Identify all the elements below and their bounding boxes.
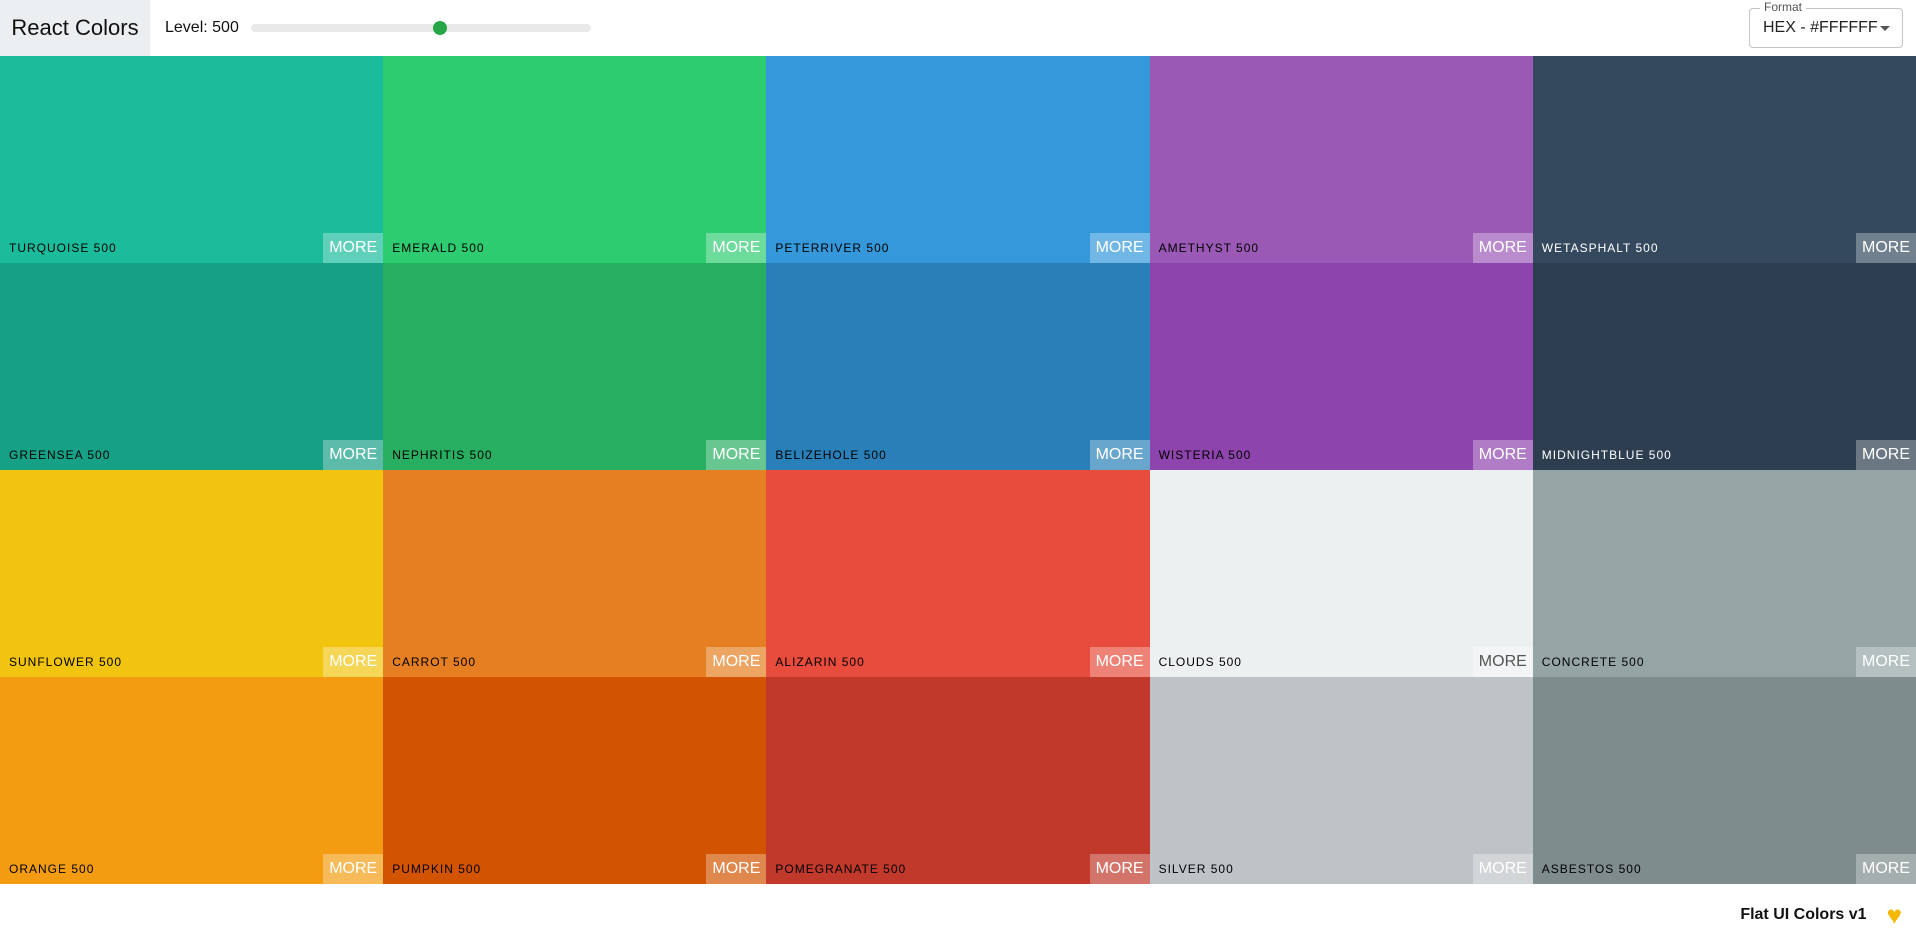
color-name: CONCRETE 500 — [1541, 655, 1645, 669]
color-box[interactable]: TURQUOISE 500 MORE — [0, 56, 384, 263]
more-button[interactable]: MORE — [1089, 854, 1150, 884]
color-name: TURQUOISE 500 — [9, 241, 117, 255]
color-box[interactable]: NEPHRITIS 500 MORE — [383, 263, 767, 470]
color-box[interactable]: CARROT 500 MORE — [383, 470, 767, 677]
more-button[interactable]: MORE — [706, 233, 767, 263]
more-button[interactable]: MORE — [706, 854, 767, 884]
more-button[interactable]: MORE — [706, 440, 767, 470]
more-button[interactable]: MORE — [1472, 440, 1533, 470]
format-select[interactable]: Format HEX - #FFFFFF — [1749, 0, 1903, 48]
more-button[interactable]: MORE — [1856, 233, 1916, 263]
footer-text: Flat UI Colors v1 — [1740, 905, 1867, 923]
color-box[interactable]: GREENSEA 500 MORE — [0, 263, 384, 470]
color-name: ALIZARIN 500 — [775, 655, 865, 669]
color-name: BELIZEHOLE 500 — [775, 448, 887, 462]
level-control: Level: 500 — [165, 19, 591, 37]
level-label: Level: 500 — [165, 19, 239, 36]
color-box[interactable]: SILVER 500 MORE — [1149, 677, 1533, 884]
color-box[interactable]: CONCRETE 500 MORE — [1532, 470, 1916, 677]
color-palette: TURQUOISE 500 MORE EMERALD 500 MORE PETERRIV… — [0, 56, 1916, 884]
more-button[interactable]: MORE — [1856, 440, 1916, 470]
more-button[interactable]: MORE — [323, 854, 384, 884]
color-box[interactable]: ORANGE 500 MORE — [0, 677, 384, 884]
footer: Flat UI Colors v1 ♥ — [0, 884, 1916, 945]
color-name: EMERALD 500 — [392, 241, 485, 255]
more-button[interactable]: MORE — [1089, 440, 1150, 470]
more-button[interactable]: MORE — [1856, 647, 1916, 677]
more-button[interactable]: MORE — [1089, 647, 1150, 677]
color-box[interactable]: WISTERIA 500 MORE — [1149, 263, 1533, 470]
color-box[interactable]: WETASPHALT 500 MORE — [1532, 56, 1916, 263]
color-box[interactable]: EMERALD 500 MORE — [383, 56, 767, 263]
format-legend: Format — [1760, 0, 1807, 14]
color-box[interactable]: SUNFLOWER 500 MORE — [0, 470, 384, 677]
color-box[interactable]: MIDNIGHTBLUE 500 MORE — [1532, 263, 1916, 470]
color-name: CLOUDS 500 — [1158, 655, 1242, 669]
more-button[interactable]: MORE — [1472, 647, 1533, 677]
more-button[interactable]: MORE — [1472, 854, 1533, 884]
color-name: CARROT 500 — [392, 655, 476, 669]
color-box[interactable]: CLOUDS 500 MORE — [1149, 470, 1533, 677]
color-box[interactable]: ALIZARIN 500 MORE — [766, 470, 1150, 677]
level-slider[interactable] — [250, 21, 591, 35]
color-box[interactable]: PUMPKIN 500 MORE — [383, 677, 767, 884]
more-button[interactable]: MORE — [323, 440, 384, 470]
more-button[interactable]: MORE — [323, 233, 384, 263]
color-box[interactable]: POMEGRANATE 500 MORE — [766, 677, 1150, 884]
color-box[interactable]: PETERRIVER 500 MORE — [766, 56, 1150, 263]
navbar: React Colors Level: 500 Format HEX - #FF… — [0, 0, 1916, 56]
more-button[interactable]: MORE — [1472, 233, 1533, 263]
more-button[interactable]: MORE — [1856, 854, 1916, 884]
color-name: WETASPHALT 500 — [1541, 241, 1659, 255]
color-name: ORANGE 500 — [9, 862, 95, 876]
heart-icon: ♥ — [1886, 899, 1902, 930]
color-name: PUMPKIN 500 — [392, 862, 482, 876]
more-button[interactable]: MORE — [1089, 233, 1150, 263]
app-logo[interactable]: React Colors — [0, 0, 150, 56]
color-name: SUNFLOWER 500 — [9, 655, 123, 669]
slider-handle[interactable] — [432, 21, 447, 35]
dropdown-arrow-icon — [1880, 26, 1890, 31]
color-name: GREENSEA 500 — [9, 448, 111, 462]
color-box[interactable]: ASBESTOS 500 MORE — [1532, 677, 1916, 884]
more-button[interactable]: MORE — [323, 647, 384, 677]
color-name: ASBESTOS 500 — [1541, 862, 1642, 876]
color-name: AMETHYST 500 — [1158, 241, 1260, 255]
color-name: PETERRIVER 500 — [775, 241, 890, 255]
color-name: NEPHRITIS 500 — [392, 448, 493, 462]
color-box[interactable]: BELIZEHOLE 500 MORE — [766, 263, 1150, 470]
color-name: SILVER 500 — [1158, 862, 1234, 876]
format-value: HEX - #FFFFFF — [1763, 19, 1878, 36]
more-button[interactable]: MORE — [706, 647, 767, 677]
color-box[interactable]: AMETHYST 500 MORE — [1149, 56, 1533, 263]
color-name: WISTERIA 500 — [1158, 448, 1252, 462]
color-name: POMEGRANATE 500 — [775, 862, 907, 876]
color-name: MIDNIGHTBLUE 500 — [1541, 448, 1672, 462]
